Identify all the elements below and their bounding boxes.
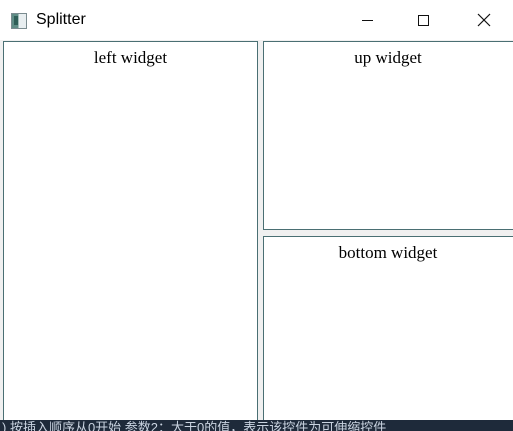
up-widget: up widget [263, 41, 513, 230]
bottom-widget: bottom widget [263, 236, 513, 431]
up-widget-label: up widget [354, 48, 422, 67]
background-text: ) 按插入顺序从0开始 参数2：大于0的值，表示该控件为可伸缩控件 [2, 420, 387, 431]
minimize-button[interactable] [344, 0, 390, 40]
client-area: left widget up widget bottom widget [0, 40, 513, 431]
title-bar[interactable]: Splitter [0, 0, 513, 40]
close-button[interactable] [461, 0, 507, 40]
minimize-icon [361, 19, 373, 21]
background-window-strip: ) 按插入顺序从0开始 参数2：大于0的值，表示该控件为可伸缩控件 [0, 420, 513, 431]
splitter-window: Splitter left widget up widget bottom wi… [0, 0, 513, 431]
left-widget: left widget [3, 41, 258, 431]
bottom-widget-label: bottom widget [338, 243, 438, 262]
app-icon [11, 13, 27, 29]
maximize-icon [417, 14, 429, 26]
left-widget-label: left widget [93, 48, 168, 67]
window-title: Splitter [36, 11, 86, 28]
close-icon [477, 13, 491, 27]
maximize-button[interactable] [400, 0, 446, 40]
